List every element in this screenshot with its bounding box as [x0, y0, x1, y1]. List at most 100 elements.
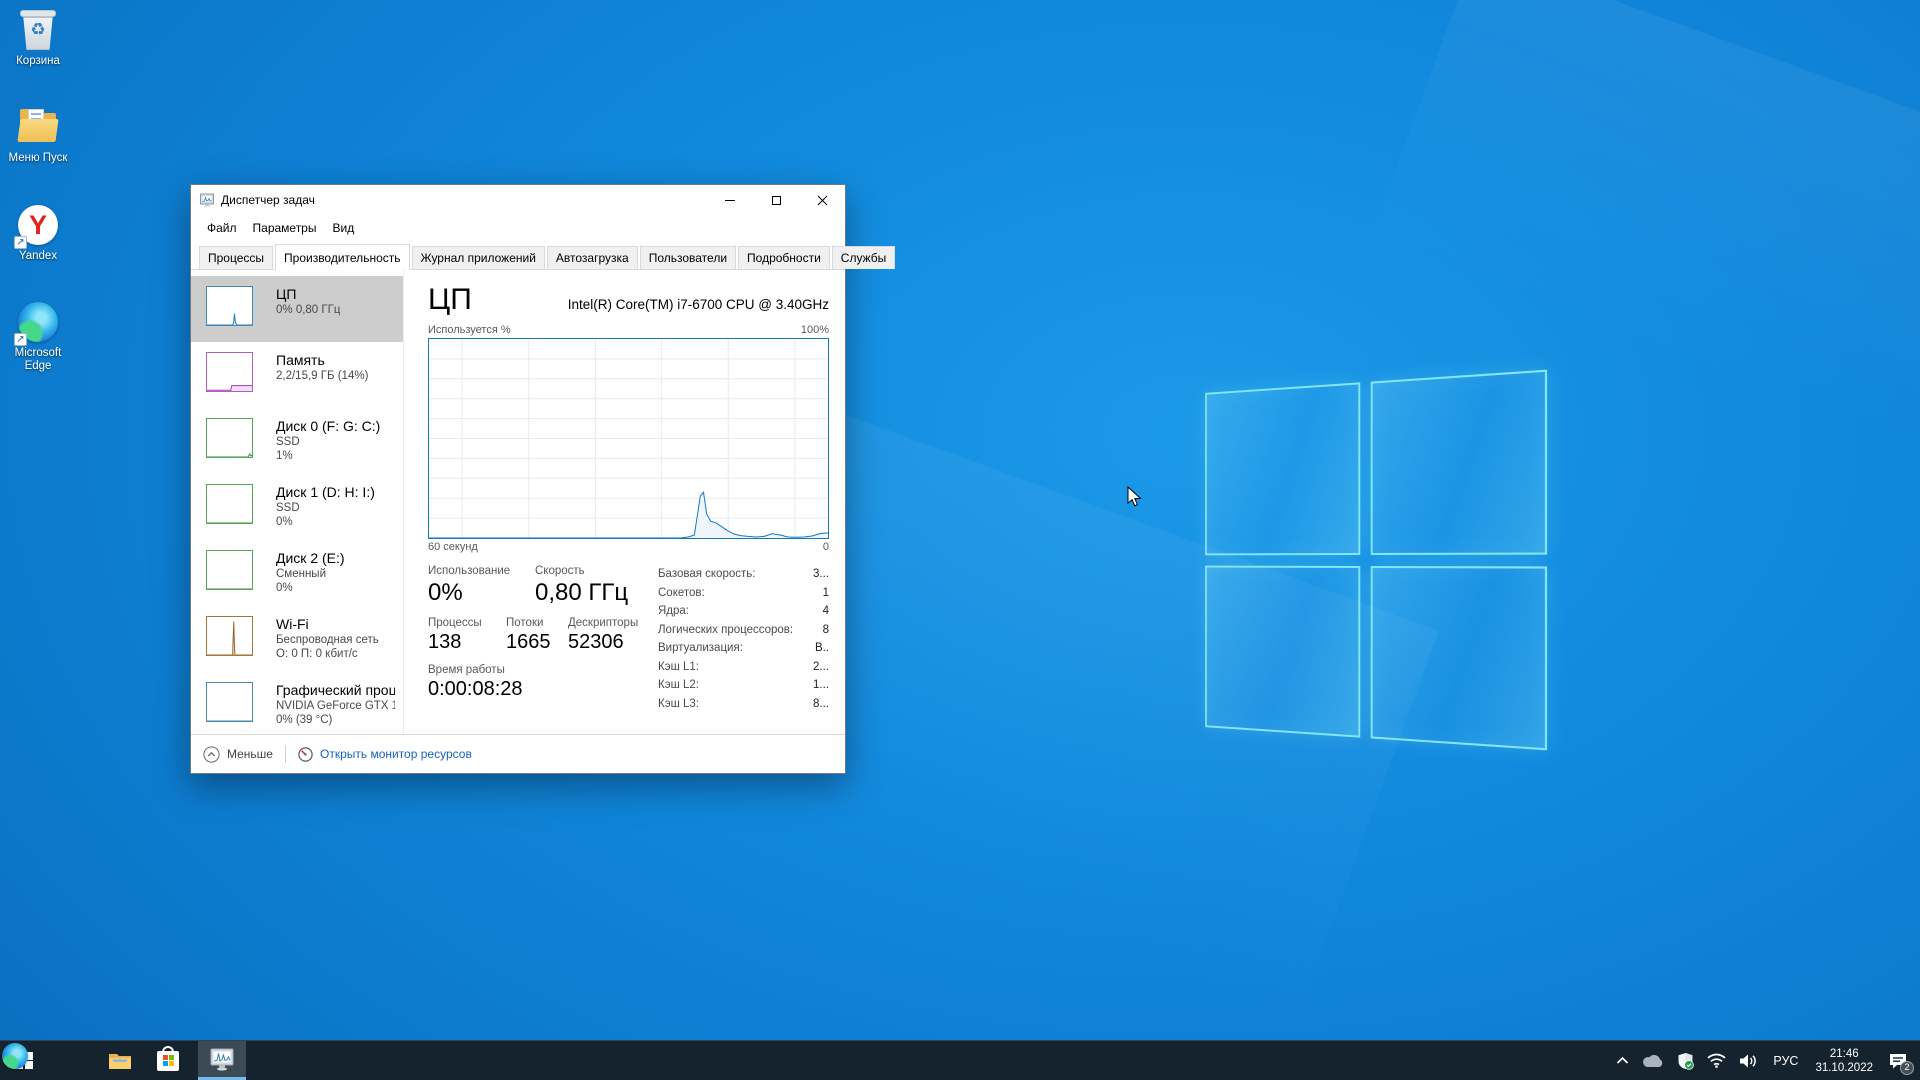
- detail-label: Кэш L3:: [658, 695, 699, 714]
- shortcut-arrow-icon: ↗: [14, 333, 27, 346]
- resource-monitor-icon: [298, 747, 313, 762]
- maximize-button[interactable]: [753, 185, 799, 215]
- detail-value: 1...: [813, 676, 829, 695]
- minimize-button[interactable]: [707, 185, 753, 215]
- gpu-mini-graph: [206, 682, 253, 722]
- detail-value: 8...: [813, 695, 829, 714]
- cpu-usage-graph: [428, 338, 829, 539]
- wifi-icon: [1707, 1053, 1726, 1068]
- tab-app-history[interactable]: Журнал приложений: [412, 246, 545, 269]
- desktop-icon-start-menu-folder[interactable]: Меню Пуск: [0, 105, 76, 165]
- detail-value: 4: [823, 602, 829, 621]
- graph-x-right: 0: [823, 541, 829, 553]
- windows-logo-pane: [1205, 382, 1360, 554]
- usage-label: Использование: [428, 565, 535, 577]
- usage-value: 0%: [428, 579, 535, 607]
- tray-show-hidden-icons-button[interactable]: [1614, 1041, 1631, 1080]
- detail-label: Ядра:: [658, 602, 689, 621]
- tray-time: 21:46: [1815, 1047, 1873, 1061]
- cloud-icon: [1642, 1054, 1664, 1068]
- desktop-icon-microsoft-edge[interactable]: ↗ Microsoft Edge: [0, 300, 76, 373]
- footer-divider: [285, 745, 286, 763]
- sidebar-item-sub: О: 0 П: 0 кбит/с: [276, 647, 379, 661]
- open-resource-monitor-link[interactable]: Открыть монитор ресурсов: [298, 747, 472, 762]
- window-title: Диспетчер задач: [221, 193, 315, 207]
- tab-users[interactable]: Пользователи: [640, 246, 736, 269]
- sidebar-item-disk2[interactable]: Диск 2 (E:) Сменный 0%: [191, 540, 403, 606]
- tray-network-button[interactable]: [1705, 1041, 1728, 1080]
- task-manager-app-icon: [199, 192, 215, 208]
- close-icon: [817, 195, 828, 206]
- tab-details[interactable]: Подробности: [738, 246, 830, 269]
- task-manager-icon: [208, 1045, 236, 1073]
- tray-clock[interactable]: 21:46 31.10.2022: [1811, 1047, 1877, 1075]
- tray-language-indicator[interactable]: РУС: [1769, 1054, 1802, 1068]
- fewer-details-button[interactable]: Меньше: [203, 746, 273, 763]
- notification-badge: 2: [1900, 1061, 1914, 1075]
- performance-sidebar: ЦП 0% 0,80 ГГц Память 2,2/15,9 ГБ (14%): [191, 270, 404, 734]
- tray-action-center-button[interactable]: 2: [1886, 1041, 1914, 1080]
- sidebar-item-sub: 2,2/15,9 ГБ (14%): [276, 369, 368, 383]
- desktop-icon-label: Корзина: [0, 55, 76, 68]
- shortcut-arrow-icon: ↗: [14, 236, 27, 249]
- menu-options[interactable]: Параметры: [245, 218, 325, 238]
- tray-onedrive-button[interactable]: [1640, 1041, 1666, 1080]
- detail-label: Логических процессоров:: [658, 621, 793, 640]
- sidebar-item-cpu[interactable]: ЦП 0% 0,80 ГГц: [191, 276, 403, 342]
- desktop-icon-label: Меню Пуск: [0, 152, 76, 165]
- tab-performance[interactable]: Производительность: [275, 244, 409, 270]
- window-footer: Меньше Открыть монитор ресурсов: [191, 734, 845, 773]
- chevron-up-icon: [1616, 1056, 1629, 1065]
- detail-value: 3...: [813, 565, 829, 584]
- tab-processes[interactable]: Процессы: [199, 246, 273, 269]
- taskbar-store-button[interactable]: [144, 1041, 192, 1080]
- sidebar-item-gpu[interactable]: Графический процессор NVIDIA GeForce GTX…: [191, 672, 403, 734]
- sidebar-item-wifi[interactable]: Wi-Fi Беспроводная сеть О: 0 П: 0 кбит/с: [191, 606, 403, 672]
- disk1-mini-graph: [206, 484, 253, 524]
- sidebar-item-sub: 0%: [276, 515, 375, 529]
- memory-mini-graph: [206, 352, 253, 392]
- sidebar-item-title: Память: [276, 352, 368, 369]
- cpu-details: Базовая скорость: 3... Сокетов: 1 Ядра: 4 Л…: [656, 565, 829, 713]
- menu-file[interactable]: Файл: [199, 218, 245, 238]
- uptime-value: 0:00:08:28: [428, 678, 523, 701]
- tray-volume-button[interactable]: [1737, 1041, 1760, 1080]
- windows-logo-pane: [1370, 370, 1547, 555]
- tab-strip: Процессы Производительность Журнал прило…: [191, 240, 845, 270]
- threads-label: Потоки: [506, 617, 568, 629]
- sidebar-item-memory[interactable]: Память 2,2/15,9 ГБ (14%): [191, 342, 403, 408]
- processes-label: Процессы: [428, 617, 506, 629]
- desktop-icon-yandex[interactable]: Y ↗ Yandex: [0, 203, 76, 263]
- handles-value: 52306: [568, 631, 638, 654]
- graph-y-label: Используется %: [428, 324, 511, 336]
- window-titlebar[interactable]: Диспетчер задач: [191, 185, 845, 215]
- chevron-up-circle-icon: [203, 746, 220, 763]
- security-shield-icon: [1677, 1052, 1694, 1070]
- sidebar-item-disk1[interactable]: Диск 1 (D: H: I:) SSD 0%: [191, 474, 403, 540]
- folder-icon: [16, 105, 60, 149]
- sidebar-item-disk0[interactable]: Диск 0 (F: G: C:) SSD 1%: [191, 408, 403, 474]
- windows-logo-pane: [1370, 566, 1547, 751]
- handles-label: Дескрипторы: [568, 617, 638, 629]
- detail-value: 8: [823, 621, 829, 640]
- close-button[interactable]: [799, 185, 845, 215]
- resource-monitor-label: Открыть монитор ресурсов: [320, 747, 472, 761]
- sidebar-item-title: Диск 0 (F: G: C:): [276, 418, 380, 435]
- minimize-icon: [725, 200, 735, 201]
- taskbar-edge-button[interactable]: [48, 1041, 96, 1080]
- sidebar-item-sub: SSD: [276, 501, 375, 515]
- sidebar-item-sub: Сменный: [276, 567, 345, 581]
- tab-startup[interactable]: Автозагрузка: [547, 246, 638, 269]
- tray-windows-security-button[interactable]: [1675, 1041, 1696, 1080]
- taskbar-explorer-button[interactable]: [96, 1041, 144, 1080]
- detail-label: Сокетов:: [658, 584, 705, 603]
- cpu-model: Intel(R) Core(TM) i7-6700 CPU @ 3.40GHz: [568, 297, 829, 316]
- sidebar-item-sub: NVIDIA GeForce GTX 106: [276, 699, 395, 713]
- taskbar-task-manager-button[interactable]: [198, 1041, 246, 1080]
- sidebar-item-title: Диск 1 (D: H: I:): [276, 484, 375, 501]
- desktop-icon-recycle-bin[interactable]: ♻ Корзина: [0, 8, 76, 68]
- tray-date: 31.10.2022: [1815, 1061, 1873, 1075]
- sidebar-item-title: Графический процессор: [276, 682, 395, 699]
- menu-view[interactable]: Вид: [324, 218, 362, 238]
- tab-services[interactable]: Службы: [832, 246, 895, 269]
